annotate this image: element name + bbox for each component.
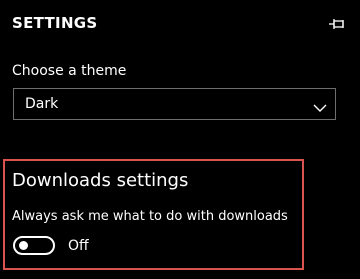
ask-downloads-label: Always ask me what to do with downloads (12, 209, 288, 224)
theme-select-value: Dark (25, 96, 59, 112)
pin-icon[interactable] (328, 16, 346, 30)
theme-label: Choose a theme (12, 63, 127, 79)
toggle-state-label: Off (68, 238, 89, 254)
settings-panel: SETTINGS Choose a theme Dark Downloads s… (0, 0, 360, 279)
settings-title: SETTINGS (12, 14, 98, 32)
ask-downloads-toggle[interactable] (13, 236, 55, 255)
toggle-knob (19, 241, 28, 250)
downloads-heading: Downloads settings (12, 170, 189, 191)
theme-select[interactable]: Dark (13, 88, 336, 120)
chevron-down-icon (313, 98, 327, 112)
